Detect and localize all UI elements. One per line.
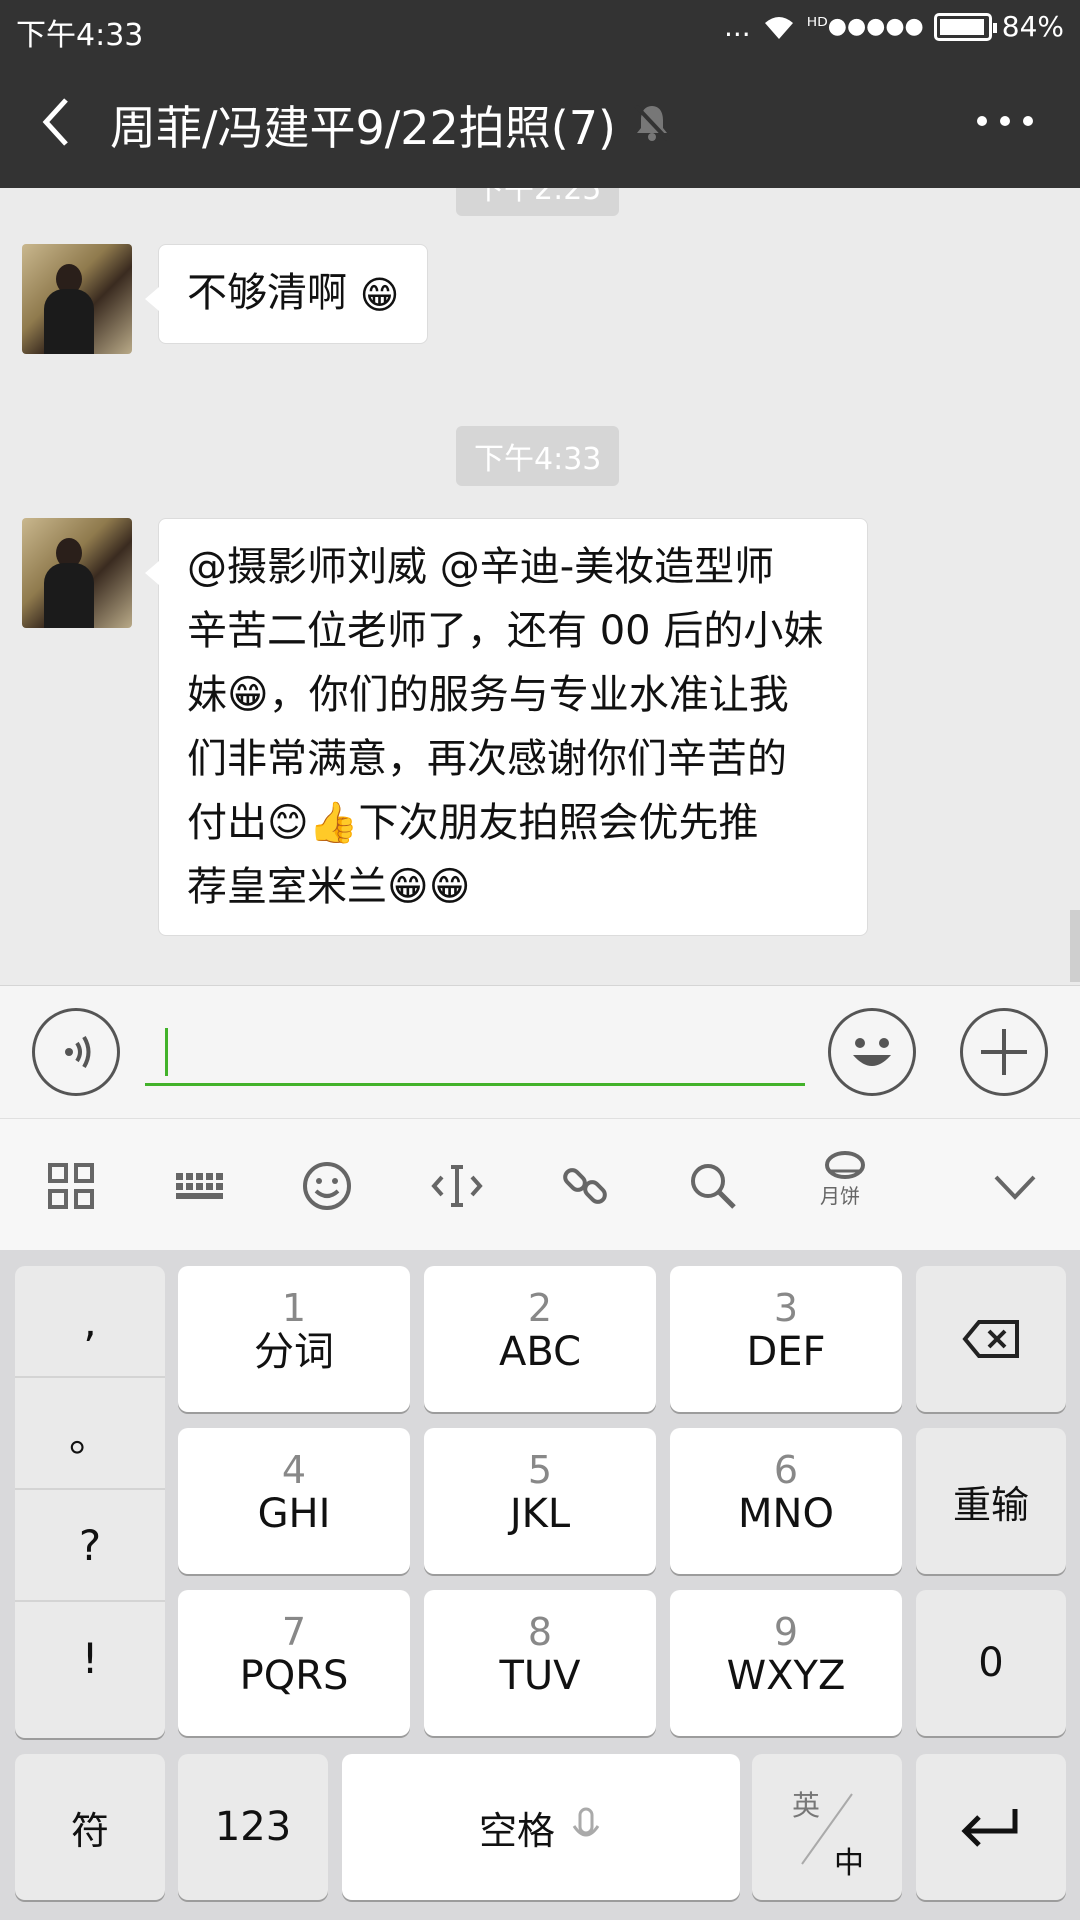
key-4[interactable]: 4 GHI: [178, 1428, 410, 1574]
message-line: 付出😊👍下次朋友拍照会优先推: [187, 800, 759, 846]
key-6[interactable]: 6 MNO: [670, 1428, 902, 1574]
emoji-grin-icon: 😁: [359, 273, 400, 317]
plus-button[interactable]: [960, 1008, 1048, 1096]
enter-icon: [961, 1809, 1018, 1847]
timestamp-chip: 下午4:33: [456, 426, 620, 486]
emoji-button[interactable]: [828, 1008, 916, 1096]
message-line: 妹😁，你们的服务与专业水准让我: [187, 672, 789, 718]
chevron-left-icon[interactable]: [28, 92, 88, 152]
status-bar: 下午4:33 ... ᴴᴰ●●●●● 84%: [0, 0, 1080, 56]
key-9[interactable]: 9 WXYZ: [670, 1590, 902, 1736]
key-3[interactable]: 3 DEF: [670, 1266, 902, 1412]
scrollbar[interactable]: [1070, 910, 1080, 982]
key-7[interactable]: 7 PQRS: [178, 1590, 410, 1736]
avatar[interactable]: [22, 518, 132, 628]
message-line: 荐皇室米兰😁😁: [187, 864, 471, 910]
enter-key[interactable]: [916, 1754, 1066, 1900]
backspace-key[interactable]: [916, 1266, 1066, 1412]
message-input[interactable]: [145, 1016, 805, 1086]
wifi-icon: [764, 16, 793, 39]
punct-key-period[interactable]: 。: [15, 1378, 165, 1490]
message-bubble[interactable]: @摄影师刘威 @辛迪-美妆造型师 辛苦二位老师了，还有 00 后的小妹 妹😁，你…: [145, 518, 868, 936]
status-icons: ... ᴴᴰ●●●●● 84%: [724, 10, 1064, 43]
message-bubble[interactable]: 不够清啊 😁: [144, 244, 429, 344]
status-time: 下午4:33: [16, 18, 144, 53]
reenter-key[interactable]: 重输: [916, 1428, 1066, 1574]
mic-icon: [572, 1807, 600, 1837]
signal-icon: ᴴᴰ●●●●●: [806, 14, 924, 39]
voice-icon: [65, 1035, 91, 1069]
message-line: 们非常满意，再次感谢你们辛苦的: [187, 736, 787, 782]
link-icon[interactable]: [558, 1159, 612, 1213]
bell-muted-icon: [634, 104, 670, 142]
language-switch-key[interactable]: 英 中: [752, 1754, 902, 1900]
ime-toolbar: [0, 1118, 1080, 1250]
grid-icon[interactable]: [44, 1159, 98, 1213]
message-line: @摄影师刘威 @辛迪-美妆造型师: [187, 544, 775, 590]
numbers-key[interactable]: 123: [178, 1754, 328, 1900]
punct-key-exclaim[interactable]: !: [15, 1602, 165, 1714]
backspace-icon: [962, 1320, 1019, 1358]
battery-percent: 84%: [1001, 10, 1064, 43]
emoji-face-icon: [853, 1038, 891, 1066]
timestamp-chip: 下午2:25: [456, 188, 620, 216]
text-caret: [165, 1028, 168, 1076]
chat-area[interactable]: 下午2:25 不够清啊 😁 下午4:33 @摄影师刘威 @辛迪-美妆造型师 辛苦…: [0, 188, 1080, 985]
chat-title: 周菲/冯建平9/22拍照(7): [110, 101, 616, 155]
key-8[interactable]: 8 TUV: [424, 1590, 656, 1736]
keyboard: , 。 ? ! 1 分词 2 ABC 3 DEF 4 GHI 5 JKL 6 M…: [0, 1250, 1080, 1920]
battery-icon: [933, 12, 997, 41]
input-bar: [0, 985, 1080, 1118]
chevron-down-icon[interactable]: [988, 1159, 1042, 1213]
space-key[interactable]: 空格: [342, 1754, 740, 1900]
keyboard-icon[interactable]: [172, 1159, 226, 1213]
search-icon[interactable]: [686, 1159, 740, 1213]
key-0[interactable]: 0: [916, 1590, 1066, 1736]
punct-key-question[interactable]: ?: [15, 1490, 165, 1602]
avatar[interactable]: [22, 244, 132, 354]
punct-key-comma[interactable]: ,: [15, 1266, 165, 1378]
symbols-key[interactable]: 符: [15, 1754, 165, 1900]
key-2[interactable]: 2 ABC: [424, 1266, 656, 1412]
slash-divider: [801, 1793, 853, 1865]
cursor-icon[interactable]: [430, 1159, 484, 1213]
chat-header: 周菲/冯建平9/22拍照(7): [0, 56, 1080, 188]
punctuation-column[interactable]: , 。 ? !: [15, 1266, 165, 1738]
voice-button[interactable]: [32, 1008, 120, 1096]
message-line: 辛苦二位老师了，还有 00 后的小妹: [187, 608, 824, 654]
more-dots-icon[interactable]: [970, 96, 1040, 146]
smiley-icon[interactable]: [300, 1159, 354, 1213]
mooncake-label: 月饼: [820, 1184, 860, 1208]
key-5[interactable]: 5 JKL: [424, 1428, 656, 1574]
key-1[interactable]: 1 分词: [178, 1266, 410, 1412]
status-dots: ...: [723, 10, 751, 43]
plus-icon: [981, 1029, 1027, 1075]
